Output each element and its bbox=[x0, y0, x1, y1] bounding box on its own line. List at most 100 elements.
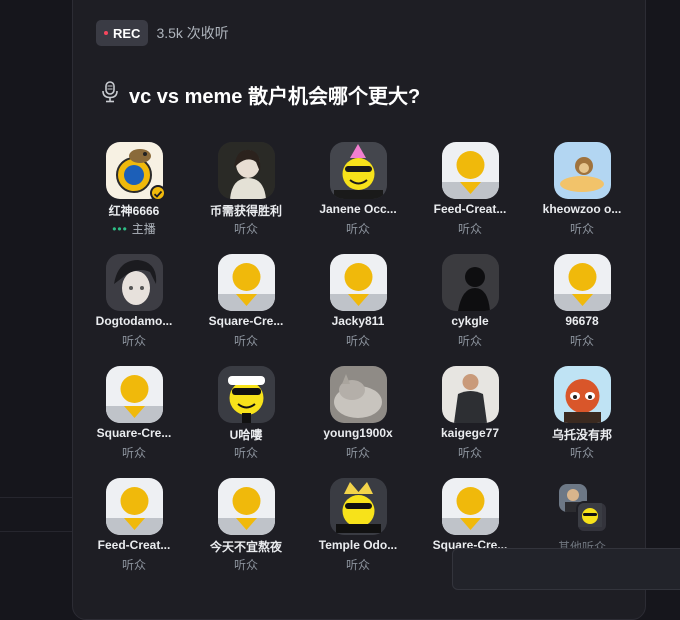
background-divider bbox=[0, 531, 72, 532]
role-text: 听众 bbox=[569, 334, 594, 348]
red-panda-avatar[interactable] bbox=[554, 366, 611, 423]
participant-role: 听众 bbox=[78, 332, 190, 349]
participant-role: 听众 bbox=[414, 444, 526, 461]
role-text: 主播 bbox=[131, 222, 156, 236]
recording-info: REC 3.5k 次收听 bbox=[96, 20, 229, 46]
participant-card[interactable]: young1900x 听众 bbox=[302, 366, 414, 478]
role-text: 听众 bbox=[121, 446, 146, 460]
participant-role: 听众 bbox=[190, 220, 302, 237]
participant-name: kheowzoo o... bbox=[542, 202, 622, 216]
participant-role: 听众 bbox=[526, 220, 638, 237]
participant-role: 听众 bbox=[414, 332, 526, 349]
verified-check-icon bbox=[150, 185, 166, 201]
participant-role: 听众 bbox=[302, 444, 414, 461]
cloud-monkey-avatar[interactable] bbox=[554, 142, 611, 199]
participant-name: 96678 bbox=[565, 314, 599, 328]
participant-role: 听众 bbox=[302, 332, 414, 349]
participant-name: cykgle bbox=[451, 314, 489, 328]
role-text: 听众 bbox=[233, 222, 258, 236]
participant-card[interactable]: kaigege77 听众 bbox=[414, 366, 526, 478]
space-title-row: vc vs meme 散户机会哪个更大? bbox=[100, 80, 420, 109]
participant-role: 听众 bbox=[78, 444, 190, 461]
participant-card[interactable]: 红神6666 ••• 主播 bbox=[78, 142, 190, 254]
role-text: 听众 bbox=[233, 446, 258, 460]
participant-name: Temple Odo... bbox=[318, 538, 398, 552]
participant-name: Feed-Creat... bbox=[433, 202, 507, 216]
participant-name: 今天不宜熬夜 bbox=[209, 540, 282, 554]
floating-panel-edge bbox=[452, 548, 680, 590]
participant-name: 红神6666 bbox=[108, 204, 160, 218]
crown-smiley-avatar[interactable] bbox=[330, 478, 387, 535]
default-square-avatar[interactable] bbox=[106, 478, 163, 535]
default-square-avatar[interactable] bbox=[218, 478, 275, 535]
participant-name: Square-Cre... bbox=[96, 426, 172, 440]
recording-dot-icon bbox=[104, 31, 108, 35]
participant-card[interactable]: 币需获得胜利 听众 bbox=[190, 142, 302, 254]
participant-card[interactable]: 乌托没有邦 听众 bbox=[526, 366, 638, 478]
host-role-label: ••• 主播 bbox=[78, 220, 190, 237]
default-square-avatar[interactable] bbox=[330, 254, 387, 311]
role-text: 听众 bbox=[569, 222, 594, 236]
participant-name: kaigege77 bbox=[440, 426, 500, 440]
participant-name: Feed-Creat... bbox=[97, 538, 171, 552]
participant-name: Dogtodamo... bbox=[95, 314, 173, 328]
participant-card[interactable]: 96678 听众 bbox=[526, 254, 638, 366]
participant-name: young1900x bbox=[323, 426, 393, 440]
silhouette-avatar[interactable] bbox=[442, 254, 499, 311]
participant-card[interactable]: Feed-Creat... 听众 bbox=[414, 142, 526, 254]
anime-boy-avatar[interactable] bbox=[106, 254, 163, 311]
rec-badge: REC bbox=[96, 20, 149, 46]
man-photo-avatar[interactable] bbox=[442, 366, 499, 423]
photo-girl-avatar[interactable] bbox=[218, 142, 275, 199]
default-square-avatar[interactable] bbox=[442, 142, 499, 199]
role-text: 听众 bbox=[345, 334, 370, 348]
participant-role: 听众 bbox=[78, 556, 190, 573]
participant-card[interactable]: 今天不宜熬夜 听众 bbox=[190, 478, 302, 590]
participant-name: Jacky811 bbox=[331, 314, 385, 328]
participant-card[interactable]: Square-Cre... 听众 bbox=[78, 366, 190, 478]
participant-card[interactable]: Square-Cre... 听众 bbox=[190, 254, 302, 366]
role-text: 听众 bbox=[345, 222, 370, 236]
default-square-avatar[interactable] bbox=[554, 254, 611, 311]
other-listeners-avatars[interactable] bbox=[554, 480, 614, 535]
role-text: 听众 bbox=[121, 558, 146, 572]
participant-name: 乌托没有邦 bbox=[551, 428, 612, 442]
participant-name: 币需获得胜利 bbox=[209, 204, 282, 218]
default-square-avatar[interactable] bbox=[218, 254, 275, 311]
participant-name: Janene Occ... bbox=[319, 202, 397, 216]
microphone-icon bbox=[100, 81, 120, 108]
role-text: 听众 bbox=[457, 334, 482, 348]
participant-role: 听众 bbox=[414, 220, 526, 237]
cat-photo-avatar[interactable] bbox=[330, 366, 387, 423]
mini-avatar bbox=[576, 501, 608, 533]
default-square-avatar[interactable] bbox=[442, 478, 499, 535]
background-divider bbox=[0, 497, 72, 498]
role-text: 听众 bbox=[569, 446, 594, 460]
participant-card[interactable]: cykgle 听众 bbox=[414, 254, 526, 366]
space-title: vc vs meme 散户机会哪个更大? bbox=[129, 86, 421, 108]
speaking-dots-icon: ••• bbox=[112, 222, 128, 236]
role-text: 听众 bbox=[233, 334, 258, 348]
listen-count: 3.5k 次收听 bbox=[156, 25, 229, 41]
role-text: 听众 bbox=[457, 222, 482, 236]
participant-role: 听众 bbox=[302, 556, 414, 573]
participant-role: 听众 bbox=[526, 444, 638, 461]
role-text: 听众 bbox=[233, 558, 258, 572]
participant-card[interactable]: kheowzoo o... 听众 bbox=[526, 142, 638, 254]
participant-role: 听众 bbox=[302, 220, 414, 237]
participant-name: U哈嘍 bbox=[229, 428, 263, 442]
participant-card[interactable]: U哈嘍听众 bbox=[190, 366, 302, 478]
participant-card[interactable]: Janene Occ... 听众 bbox=[302, 142, 414, 254]
role-text: 听众 bbox=[345, 558, 370, 572]
participant-card[interactable]: Feed-Creat... 听众 bbox=[78, 478, 190, 590]
participant-card[interactable]: Jacky811 听众 bbox=[302, 254, 414, 366]
participant-card[interactable]: Dogtodamo... 听众 bbox=[78, 254, 190, 366]
cap-smiley-avatar[interactable] bbox=[218, 366, 275, 423]
role-text: 听众 bbox=[121, 334, 146, 348]
party-smiley-avatar[interactable] bbox=[330, 142, 387, 199]
default-square-avatar[interactable] bbox=[106, 366, 163, 423]
participant-role: 听众 bbox=[190, 444, 302, 461]
participant-card[interactable]: Temple Odo... 听众 bbox=[302, 478, 414, 590]
participant-name: Square-Cre... bbox=[208, 314, 284, 328]
role-text: 听众 bbox=[457, 446, 482, 460]
